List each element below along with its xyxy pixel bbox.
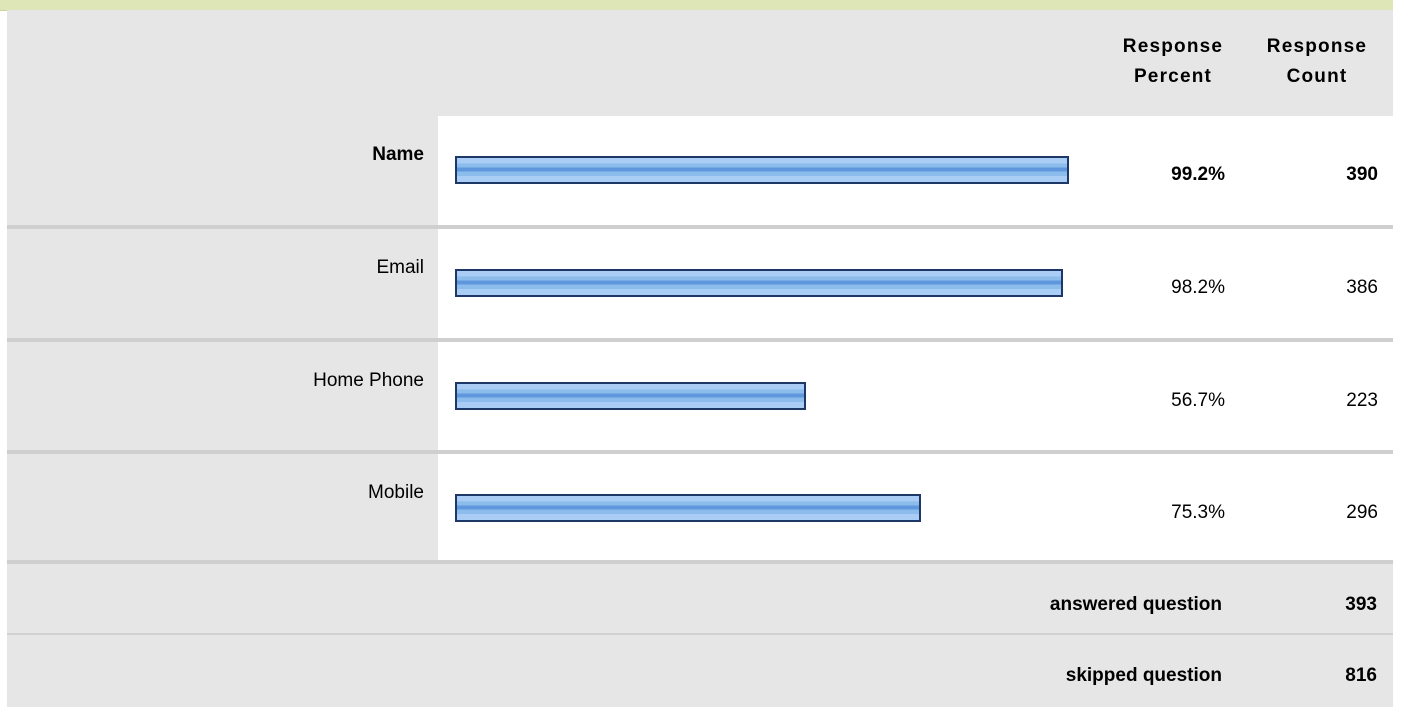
row-label-cell: [7, 342, 438, 451]
response-bar: [455, 382, 806, 410]
table-header: Response Percent Response Count: [7, 10, 1393, 116]
category-label: Home Phone: [313, 370, 424, 391]
response-table: Response Percent Response Count Name 99.2…: [0, 0, 1401, 707]
response-percent: 75.3%: [1171, 502, 1225, 523]
category-label: Name: [372, 144, 424, 165]
response-bar: [455, 269, 1063, 297]
response-percent-header-line2: Percent: [1133, 66, 1213, 87]
response-count: 223: [1346, 390, 1378, 411]
response-percent-header: Response Percent: [1100, 32, 1246, 92]
response-bar: [455, 156, 1069, 184]
response-count-header-line2: Count: [1286, 66, 1348, 87]
response-count-header: Response Count: [1244, 32, 1390, 92]
row-label-cell: [7, 229, 438, 338]
category-label: Mobile: [368, 482, 424, 503]
response-percent: 56.7%: [1171, 390, 1225, 411]
response-count-header-line1: Response: [1266, 36, 1368, 57]
row-label-cell: [7, 454, 438, 563]
answered-value: 393: [1345, 594, 1377, 615]
response-count: 386: [1346, 277, 1378, 298]
response-percent: 98.2%: [1171, 277, 1225, 298]
skipped-value: 816: [1345, 665, 1377, 686]
response-bar: [455, 494, 921, 522]
answered-label: answered question: [1049, 594, 1222, 615]
response-percent-header-line1: Response: [1122, 36, 1224, 57]
category-label: Email: [376, 257, 424, 278]
response-count: 296: [1346, 502, 1378, 523]
response-count: 390: [1346, 164, 1378, 185]
skipped-row: skipped question 816: [7, 635, 1393, 707]
right-margin: [1393, 0, 1401, 707]
skipped-label: skipped question: [1065, 665, 1222, 686]
response-percent: 99.2%: [1171, 164, 1225, 185]
answered-row: answered question 393: [7, 564, 1393, 633]
row-label-cell: [7, 116, 438, 225]
